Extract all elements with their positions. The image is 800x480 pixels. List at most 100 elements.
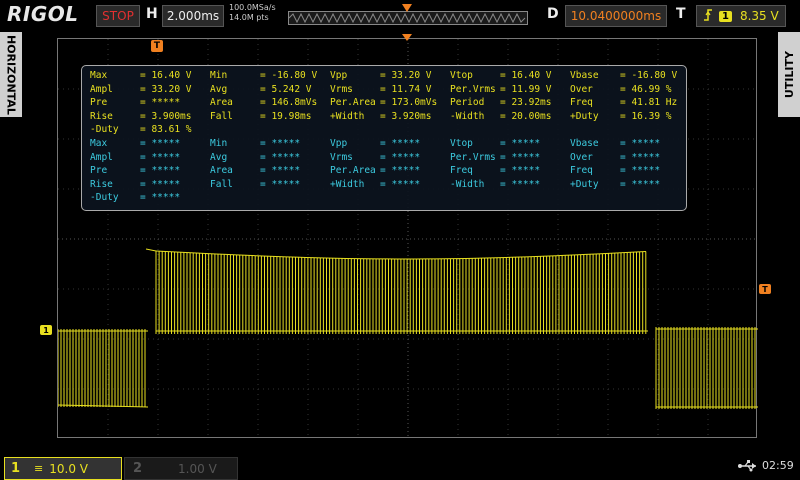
trace-segment [155,250,167,253]
trigger-level-tag[interactable]: T [759,284,771,294]
measurement-name: -Duty [90,124,119,136]
measurement-name: Area [210,97,233,109]
utility-menu-tab[interactable]: UTILITY [778,32,800,117]
trigger-readout[interactable]: 1 8.35 V [696,5,786,27]
measurement-name: -Duty [90,192,119,204]
measurement-value: = 16.40 V [500,70,552,81]
measurement-name: Rise [90,110,113,122]
horizontal-delay-readout[interactable]: 10.0400000ms [565,5,667,27]
measurement-value: = ***** [140,192,181,204]
trace-segment [145,248,157,252]
measurement-name: Per.Vrms [450,83,496,95]
horizontal-menu-tab[interactable]: HORIZONTAL [0,32,22,117]
measurement-name: Vbase [570,70,599,81]
run-stop-indicator[interactable]: STOP [96,5,140,27]
measurement-name: Vtop [450,138,473,149]
measurement-value: = 19.98ms [260,110,312,122]
channel-2-number: 2 [133,461,143,476]
measurement-value: = 146.8mVs [260,97,318,109]
trace-segment [635,251,647,253]
measurement-name: Vpp [330,70,348,81]
measurement-value: = ***** [620,138,661,149]
measurement-value: = ***** [140,165,181,177]
trace-segment [165,251,177,253]
channel-2-scale: 1.00 V [178,461,217,476]
measurement-value: = 16.39 % [620,110,672,122]
measurement-value: = ***** [500,178,541,190]
memory-trigger-marker [402,4,412,12]
measurement-value: = ***** [620,151,661,163]
rising-edge-icon [703,8,713,24]
measurement-value: = ***** [380,178,421,190]
measurement-name: Fall [210,178,233,190]
measurement-value: = ***** [260,178,301,190]
brand-logo: RIGOL [7,2,79,26]
measurement-value: = ***** [140,151,181,163]
measurement-name: Per.Vrms [450,151,496,163]
measurement-name: Max [90,138,108,149]
timebase-readout[interactable]: 2.000ms [162,5,224,27]
measurement-value: = 3.900ms [140,110,192,122]
channel-1-offset-tag[interactable]: 1 [40,325,52,335]
measurement-name: Pre [90,165,108,177]
utility-tab-label: UTILITY [782,50,796,99]
channel-1-scale: 10.0 V [49,461,89,476]
measurement-value: = ***** [260,138,301,149]
measurement-name: Per.Area [330,97,376,109]
measurement-name: Max [90,70,108,81]
measurement-name: Vtop [450,70,473,81]
measurement-name: Avg [210,151,228,163]
top-status-bar: RIGOL STOP H 2.000ms 100.0MSa/s 14.0M pt… [0,0,800,30]
measurement-value: = ***** [380,165,421,177]
trigger-position-tag[interactable]: T [151,40,163,52]
measurement-name: Over [570,151,593,163]
memory-overview-strip [288,4,528,25]
measurement-name: +Width [330,110,365,122]
measurement-value: = 46.99 % [620,83,672,95]
measurement-name: Fall [210,110,233,122]
system-clock: 02:59 [762,459,794,472]
measurement-name: Vrms [330,151,353,163]
memory-depth: 14.0M pts [229,13,269,22]
measurement-name: Pre [90,97,108,109]
measurement-name: -Width [450,110,485,122]
measurement-value: = ***** [380,151,421,163]
channel-1-number: 1 [11,461,21,476]
horizontal-label: H [146,6,158,22]
measurement-value: = ***** [620,178,661,190]
delay-label: D [547,6,559,22]
measurement-name: +Width [330,178,365,190]
sample-rate: 100.0MSa/s [229,3,276,12]
measurement-name: Vbase [570,138,599,149]
channel-1-control[interactable]: 1 ≡ 10.0 V [4,457,122,480]
measurement-name: Freq [570,97,593,109]
measurement-name: Min [210,70,228,81]
channel-2-control[interactable]: 2 1.00 V [124,457,238,480]
measurement-value: = ***** [140,178,181,190]
measurement-value: = ***** [500,151,541,163]
measurement-value: = -16.80 V [260,70,318,81]
measurement-value: = 33.20 V [140,83,192,95]
measurement-name: Freq [570,165,593,177]
measurement-name: Over [570,83,593,95]
measurement-value: = 23.92ms [500,97,552,109]
acquisition-info: 100.0MSa/s 14.0M pts [229,3,276,23]
trigger-position-marker [402,34,412,41]
measurement-value: = 11.99 V [500,83,552,95]
measurement-name: Vpp [330,138,348,149]
memory-waveform-preview [289,12,526,24]
measurement-value: = 173.0mVs [380,97,438,109]
measurement-value: = 33.20 V [380,70,432,81]
measurement-name: +Duty [570,178,599,190]
measurement-value: = 3.920ms [380,110,432,122]
measurement-panel: Max = 16.40 V Min = -16.80 V Vpp = 33.20 V Vto… [81,65,687,211]
measurement-value: = 16.40 V [140,70,192,81]
bottom-status-bar: 1 ≡ 10.0 V 2 1.00 V [0,454,800,480]
measurement-value: = ***** [140,97,181,109]
measurement-value: = ***** [500,138,541,149]
trigger-level-value: 8.35 V [739,9,779,23]
measurement-name: Ampl [90,83,113,95]
measurement-name: Ampl [90,151,113,163]
measurement-name: Vrms [330,83,353,95]
dc-coupling-icon: ≡ [34,462,44,475]
